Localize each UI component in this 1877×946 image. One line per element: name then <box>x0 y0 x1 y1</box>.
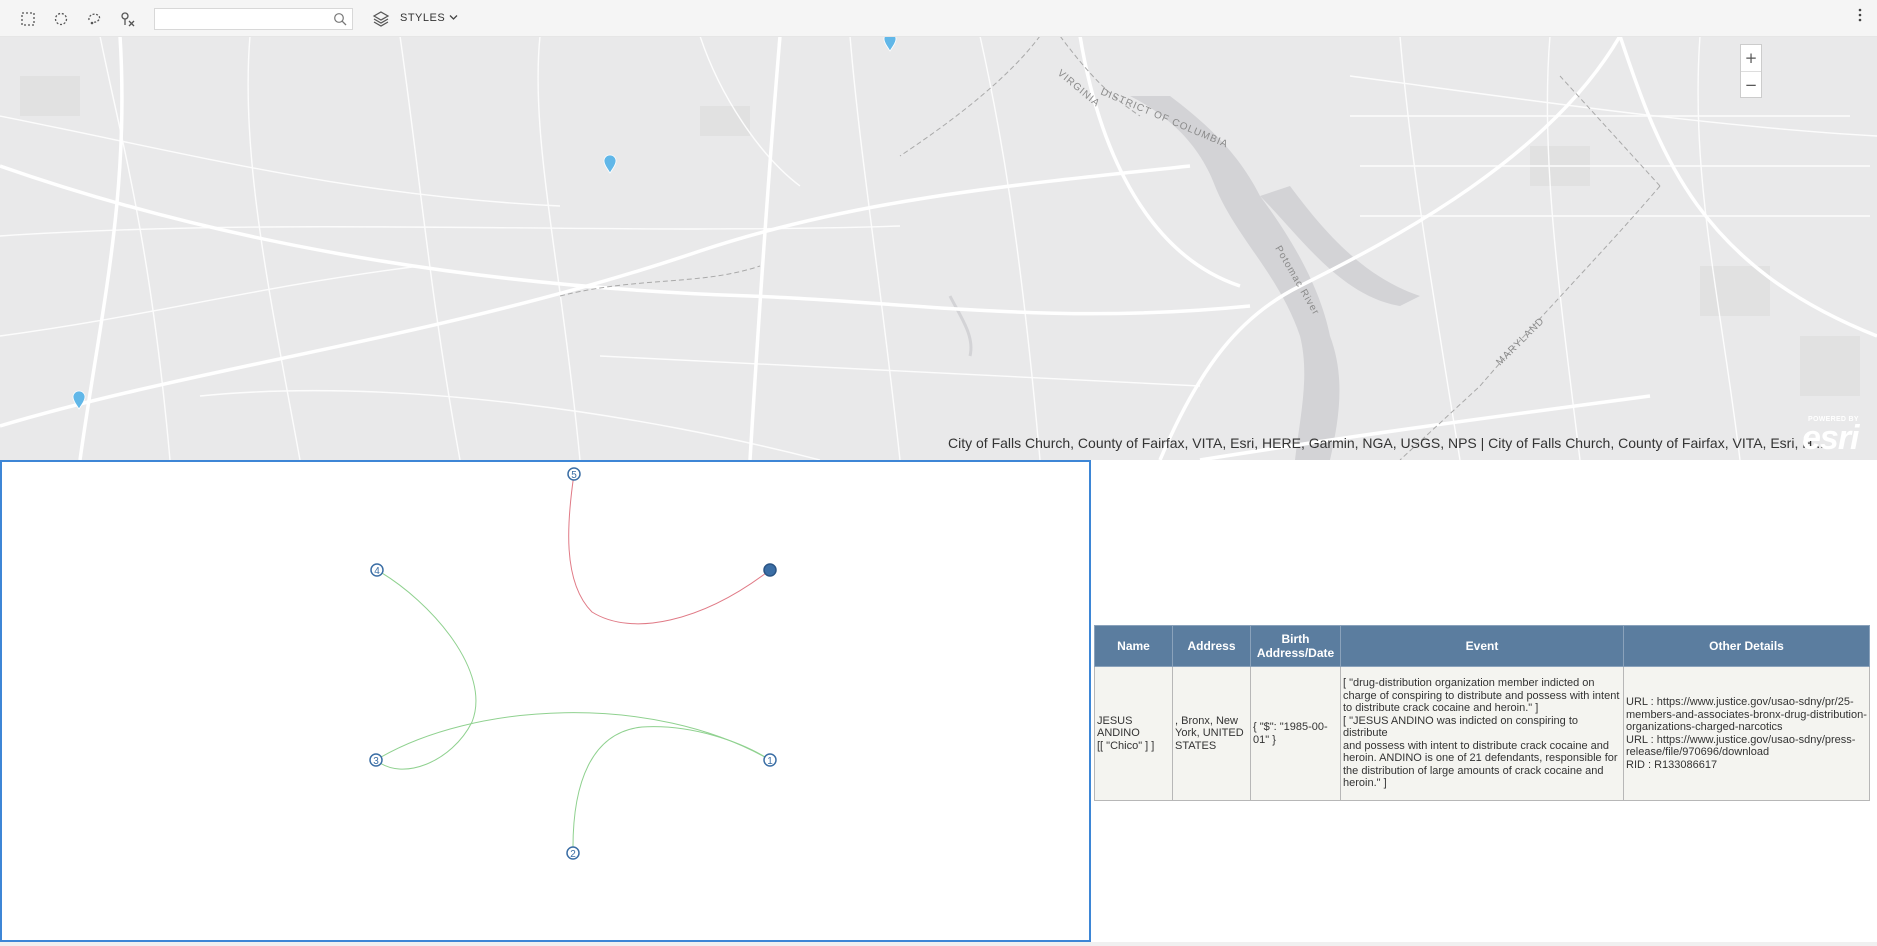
graph-edge[interactable] <box>375 569 477 770</box>
map-view[interactable]: VIRGINIA DISTRICT OF COLUMBIA Potomac Ri… <box>0 36 1877 460</box>
esri-wordmark: esri <box>1802 419 1859 457</box>
column-header-name[interactable]: Name <box>1094 625 1173 667</box>
graph-node-2[interactable]: 2 <box>566 846 580 860</box>
clear-selection-icon[interactable] <box>118 9 138 29</box>
cell-address: , Bronx, New York, UNITED STATES <box>1172 666 1251 801</box>
link-graph-panel[interactable]: 5 4 3 1 2 <box>0 460 1091 942</box>
map-marker-icon[interactable] <box>603 154 617 174</box>
details-table-panel: Name Address Birth Address/Date Event Ot… <box>1094 625 1870 801</box>
graph-edge[interactable] <box>568 473 771 625</box>
cell-name: JESUS ANDINO [[ "Chico" ] ] <box>1094 666 1173 801</box>
table-header-row: Name Address Birth Address/Date Event Ot… <box>1094 625 1870 667</box>
bottom-strip <box>0 942 1877 946</box>
map-marker-icon[interactable] <box>883 36 897 52</box>
layers-icon[interactable] <box>372 10 390 28</box>
graph-node-label: 1 <box>767 756 773 767</box>
column-header-birth[interactable]: Birth Address/Date <box>1250 625 1341 667</box>
graph-node-4[interactable]: 4 <box>370 563 384 577</box>
cell-other-details: URL : https://www.justice.gov/usao-sdny/… <box>1623 666 1870 801</box>
rectangle-select-icon[interactable] <box>18 9 38 29</box>
graph-node-hub[interactable] <box>763 563 777 577</box>
map-toolbar: STYLES <box>0 0 1877 37</box>
map-attribution: City of Falls Church, County of Fairfax,… <box>948 435 1825 451</box>
zoom-out-button[interactable]: − <box>1741 72 1761 98</box>
map-label-maryland: MARYLAND <box>1494 316 1547 369</box>
graph-node-label: 2 <box>570 849 576 860</box>
graph-node-5[interactable]: 5 <box>567 467 581 481</box>
link-graph: 5 4 3 1 2 <box>369 467 777 860</box>
column-header-event[interactable]: Event <box>1340 625 1624 667</box>
lasso-select-icon[interactable] <box>84 9 104 29</box>
chevron-down-icon <box>449 12 458 24</box>
zoom-in-button[interactable]: + <box>1741 45 1761 72</box>
vertical-ellipsis-icon[interactable] <box>1855 6 1865 24</box>
zoom-control: + − <box>1740 44 1762 98</box>
cell-event: [ "drug-distribution organization member… <box>1340 666 1624 801</box>
graph-node-label: 3 <box>373 756 379 767</box>
map-marker-icon[interactable] <box>72 390 86 410</box>
graph-node-label: 5 <box>571 470 577 481</box>
styles-label: STYLES <box>400 12 446 24</box>
table-row[interactable]: JESUS ANDINO [[ "Chico" ] ] , Bronx, New… <box>1094 666 1870 801</box>
circle-select-icon[interactable] <box>51 9 71 29</box>
basemap: VIRGINIA DISTRICT OF COLUMBIA Potomac Ri… <box>0 36 1877 460</box>
search-input[interactable] <box>159 10 333 30</box>
graph-edge[interactable] <box>375 712 771 761</box>
graph-node-3[interactable]: 3 <box>369 753 383 767</box>
styles-dropdown[interactable]: STYLES <box>400 12 458 24</box>
graph-node-1[interactable]: 1 <box>763 753 777 767</box>
column-header-address[interactable]: Address <box>1172 625 1251 667</box>
map-label-virginia: VIRGINIA <box>1055 68 1102 110</box>
column-header-other-details[interactable]: Other Details <box>1623 625 1870 667</box>
cell-birth: { "$": "1985-00- 01" } <box>1250 666 1341 801</box>
search-icon[interactable] <box>333 12 347 31</box>
graph-node-label: 4 <box>374 566 380 577</box>
esri-logo: POWERED BY esri <box>1800 416 1866 457</box>
search-field[interactable] <box>154 8 353 30</box>
details-table: Name Address Birth Address/Date Event Ot… <box>1094 625 1870 801</box>
